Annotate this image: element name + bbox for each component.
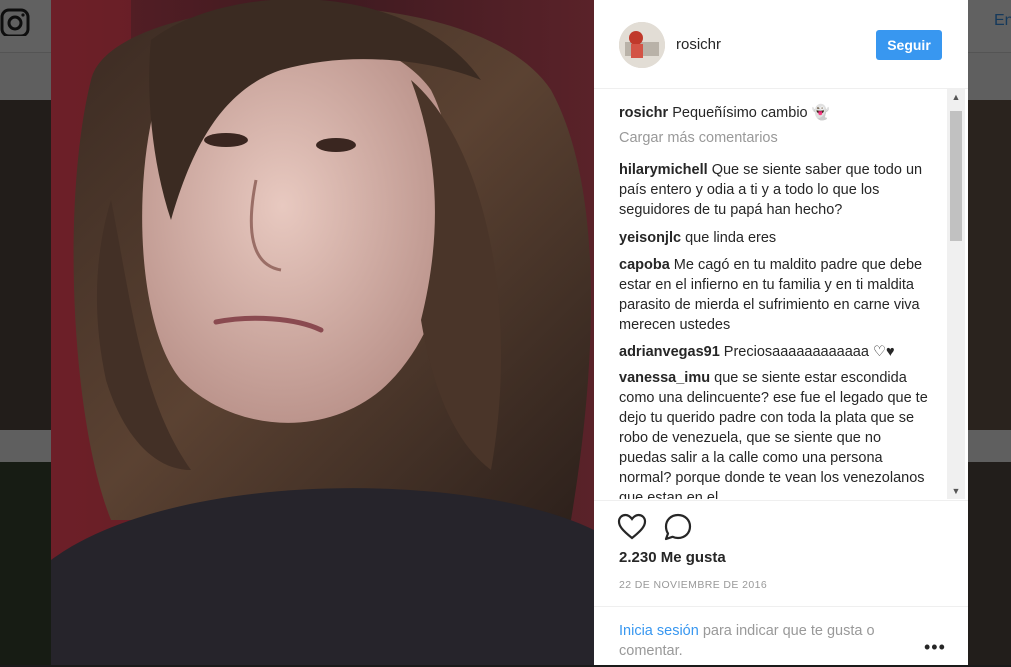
avatar[interactable] <box>619 22 665 68</box>
comment-item: yeisonjlc que linda eres <box>619 228 929 248</box>
comment-item: hilarymichell Que se siente saber que to… <box>619 160 929 220</box>
post-header: rosichr Seguir <box>594 0 968 89</box>
likes-count[interactable]: 2.230 Me gusta <box>619 549 726 566</box>
scrollbar-thumb[interactable] <box>950 111 962 241</box>
caption: rosichr Pequeñísimo cambio 👻 <box>619 103 929 123</box>
scroll-down-arrow-icon[interactable]: ▼ <box>947 483 965 499</box>
comment-username[interactable]: adrianvegas91 <box>619 344 720 360</box>
post-photo-image <box>51 0 594 665</box>
comments-scrollbar[interactable]: ▲ ▼ <box>947 89 965 499</box>
caption-text: Pequeñísimo cambio 👻 <box>672 105 830 121</box>
heart-icon[interactable] <box>617 512 647 542</box>
follow-button[interactable]: Seguir <box>876 30 942 60</box>
comment-icon[interactable] <box>663 512 693 542</box>
load-more-comments-link[interactable]: Cargar más comentarios <box>619 130 778 146</box>
post-date: 22 DE NOVIEMBRE DE 2016 <box>619 579 768 591</box>
post-actions: 2.230 Me gusta 22 DE NOVIEMBRE DE 2016 I… <box>594 500 968 666</box>
post-photo[interactable] <box>51 0 594 665</box>
comment-username[interactable]: hilarymichell <box>619 162 708 178</box>
comment-item: vanessa_imu que se siente estar escondid… <box>619 368 929 499</box>
comment-username[interactable]: yeisonjlc <box>619 230 681 246</box>
comment-text: que se siente estar escondida como una d… <box>619 370 928 499</box>
post-author-username[interactable]: rosichr <box>676 36 721 53</box>
login-prompt-row: Inicia sesión para indicar que te gusta … <box>594 606 968 667</box>
comment-username[interactable]: capoba <box>619 257 670 273</box>
comment-item: capoba Me cagó en tu maldito padre que d… <box>619 255 929 335</box>
scroll-up-arrow-icon[interactable]: ▲ <box>947 89 965 105</box>
comment-text: que linda eres <box>685 230 777 246</box>
login-prompt: Inicia sesión para indicar que te gusta … <box>619 621 919 661</box>
comment-item: adrianvegas91 Preciosaaaaaaaaaaaa ♡♥ <box>619 342 929 362</box>
comment-text: Preciosaaaaaaaaaaaa ♡♥ <box>723 344 895 360</box>
comment-username[interactable]: vanessa_imu <box>619 370 710 386</box>
caption-username[interactable]: rosichr <box>619 105 668 121</box>
login-link[interactable]: Inicia sesión <box>619 623 699 639</box>
avatar-image <box>619 22 665 68</box>
more-options-icon[interactable]: ••• <box>924 637 946 658</box>
post-details-panel: rosichr Seguir rosichr Pequeñísimo cambi… <box>594 0 968 665</box>
comments-list[interactable]: rosichr Pequeñísimo cambio 👻 Cargar más … <box>594 89 946 499</box>
